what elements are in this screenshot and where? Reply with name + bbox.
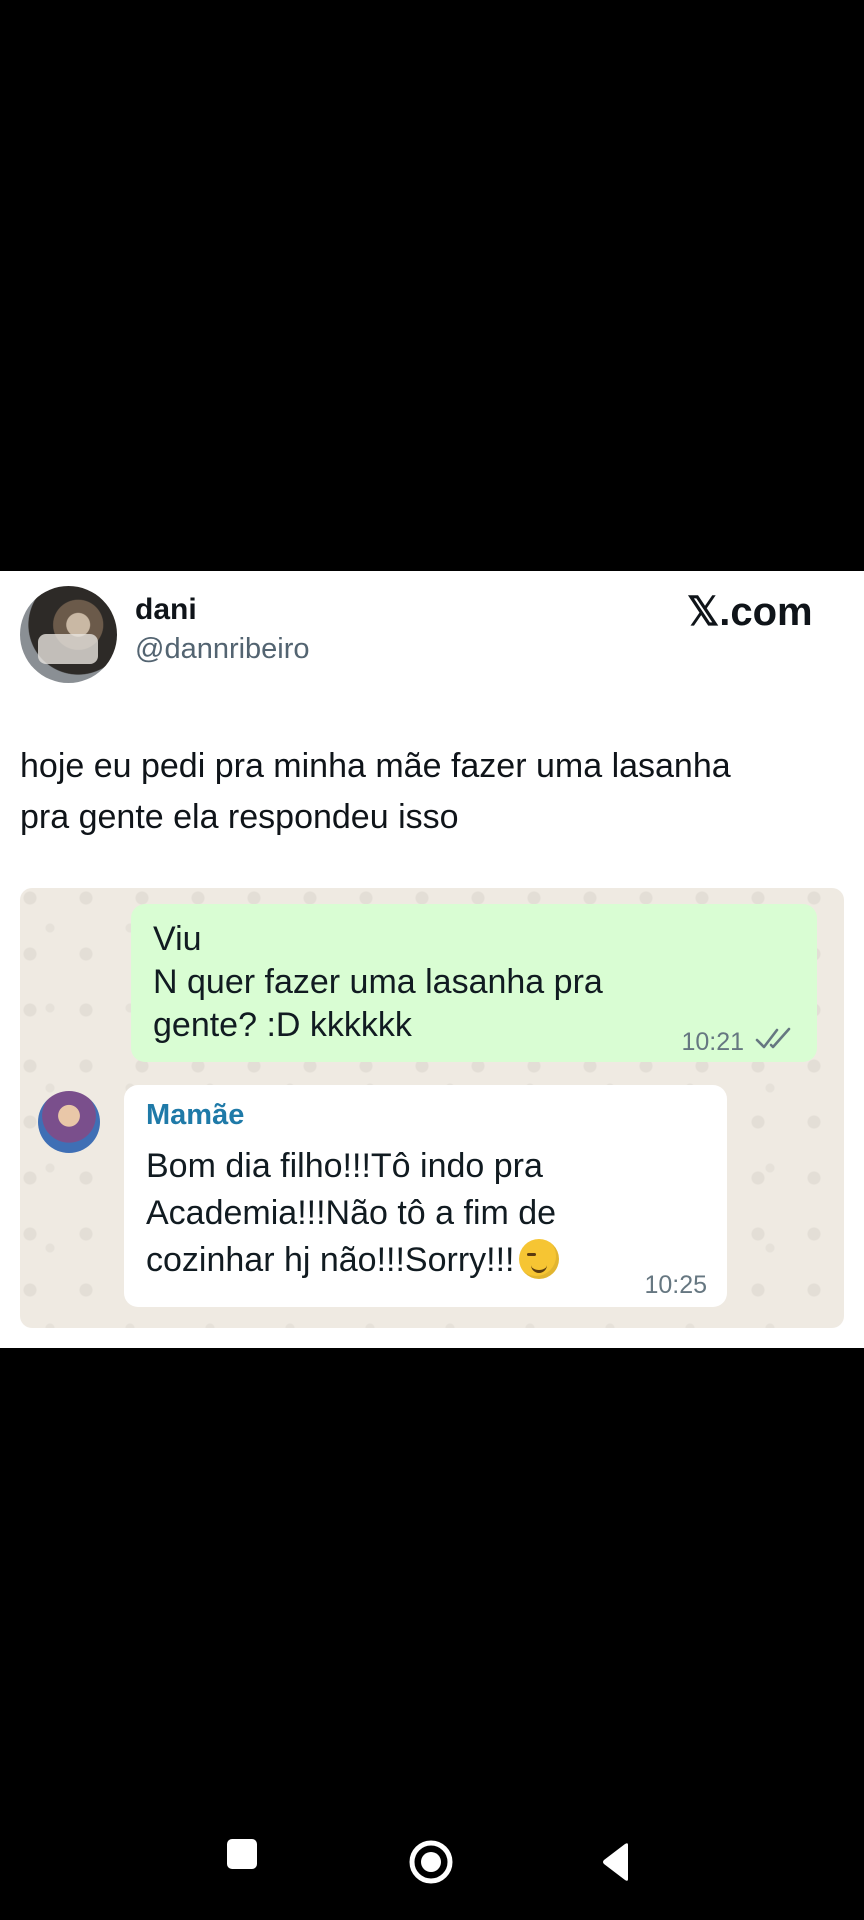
tweet-text-line: pra gente ela respondeu isso <box>20 798 459 836</box>
message-time: 10:25 <box>644 1271 707 1299</box>
home-icon[interactable] <box>405 1836 457 1888</box>
recents-icon[interactable] <box>224 1836 276 1888</box>
tweet-card: dani @dannribeiro 𝕏.com hoje eu pedi pra… <box>0 571 864 1348</box>
message-line: N quer fazer uma lasanha pra <box>153 963 603 1001</box>
sender-name: Mamãe <box>146 1099 245 1131</box>
incoming-message-bubble: Mamãe Bom dia filho!!!Tô indo pra Academ… <box>124 1085 727 1307</box>
back-icon[interactable] <box>594 1836 646 1888</box>
message-line: cozinhar hj não!!!Sorry!!! <box>146 1241 515 1279</box>
message-time: 10:21 <box>681 1028 744 1056</box>
system-navigation-bar <box>0 1806 864 1920</box>
outgoing-message-text: Viu N quer fazer uma lasanha pra gente? … <box>153 918 603 1047</box>
message-line: Viu <box>153 920 202 958</box>
smirking-face-emoji-icon <box>518 1239 559 1279</box>
message-line: Academia!!!Não tô a fim de <box>146 1194 557 1232</box>
x-logo: 𝕏.com <box>687 590 813 634</box>
sender-avatar[interactable] <box>38 1091 100 1153</box>
author-handle[interactable]: @dannribeiro <box>135 633 310 666</box>
tweet-text: hoje eu pedi pra minha mãe fazer uma las… <box>20 741 840 843</box>
message-line: gente? :D kkkkkk <box>153 1006 412 1044</box>
chat-screenshot: Viu N quer fazer uma lasanha pra gente? … <box>20 888 844 1328</box>
author-name[interactable]: dani <box>135 593 197 627</box>
message-line: Bom dia filho!!!Tô indo pra <box>146 1147 543 1185</box>
double-check-icon <box>755 1027 791 1049</box>
outgoing-message-bubble: Viu N quer fazer uma lasanha pra gente? … <box>131 904 817 1062</box>
incoming-message-text: Bom dia filho!!!Tô indo pra Academia!!!N… <box>146 1143 559 1284</box>
author-avatar[interactable] <box>20 586 117 683</box>
tweet-text-line: hoje eu pedi pra minha mãe fazer uma las… <box>20 747 731 785</box>
